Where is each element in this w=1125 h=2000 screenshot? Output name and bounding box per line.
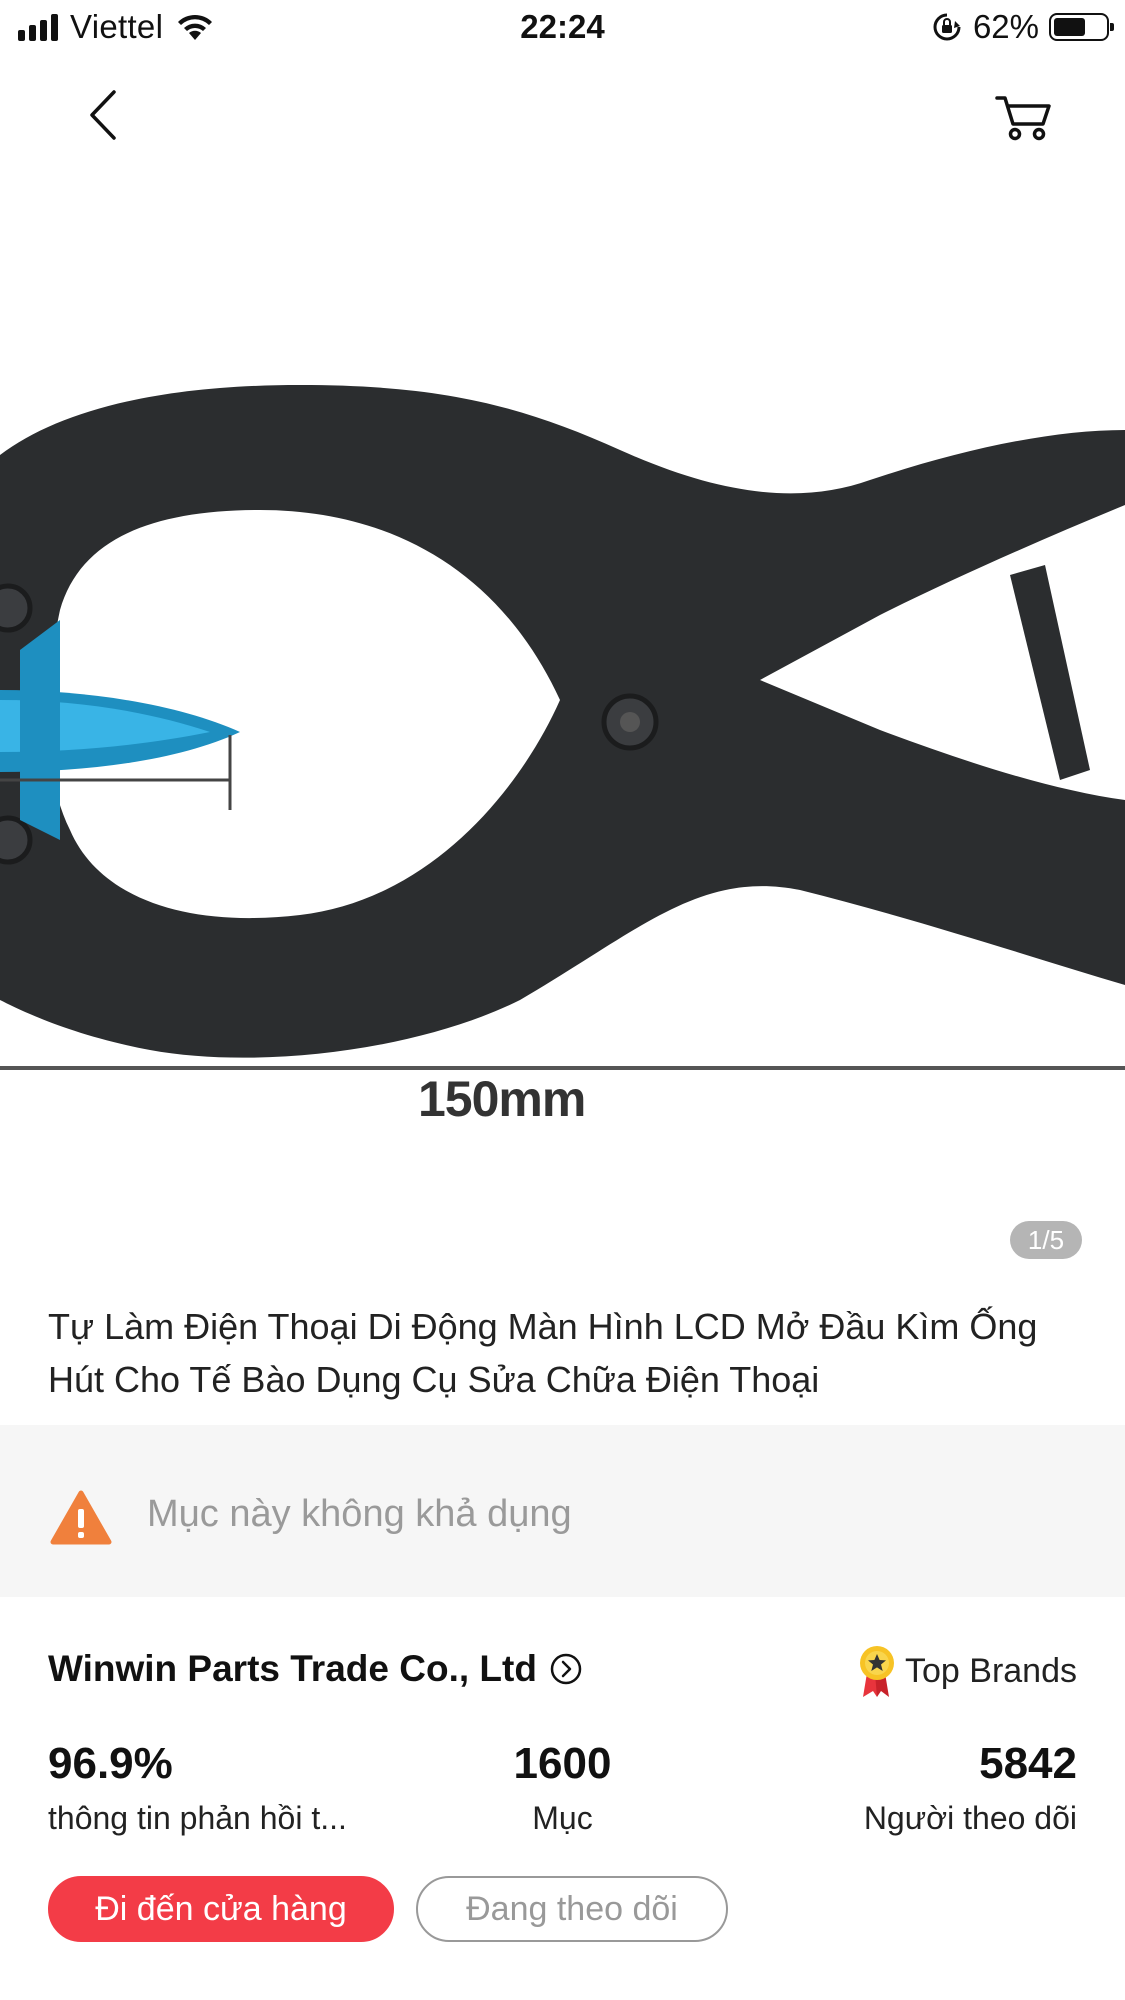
stat-label: Người theo dõi (863, 1800, 1077, 1836)
orientation-lock-icon (933, 13, 961, 41)
stat-value: 96.9% (48, 1739, 173, 1788)
stat-followers: 5842 Người theo dõi (864, 1738, 1077, 1838)
following-button[interactable]: Đang theo dõi (416, 1876, 728, 1942)
status-right: 62% (931, 8, 1114, 46)
unavailable-message: Mục này không khả dụng (147, 1493, 572, 1535)
visit-store-button[interactable]: Đi đến cửa hàng (48, 1876, 394, 1942)
store-name-link[interactable]: Winwin Parts Trade Co., Ltd (48, 1648, 583, 1690)
cart-icon (995, 96, 1051, 141)
warning-icon (50, 1490, 112, 1545)
top-nav (0, 70, 1125, 160)
product-image-carousel[interactable]: 150mm (0, 160, 1125, 1265)
stat-items: 1600 Mục (460, 1738, 665, 1838)
unavailable-banner: Mục này không khả dụng (0, 1425, 1125, 1597)
stat-value: 5842 (979, 1739, 1077, 1788)
stat-feedback: 96.9% thông tin phản hồi t... (48, 1738, 347, 1838)
chevron-left-icon (90, 90, 116, 140)
stat-label: Mục (532, 1800, 593, 1836)
battery-percent: 62% (972, 8, 1039, 45)
medal-icon (860, 1646, 894, 1697)
cart-button[interactable] (991, 84, 1055, 146)
image-counter-badge: 1/5 (1010, 1221, 1082, 1259)
top-brands-badge: Top Brands (855, 1643, 1077, 1699)
stat-value: 1600 (513, 1739, 612, 1788)
status-bar: Viettel 22:24 62% (0, 0, 1125, 58)
stat-label: thông tin phản hồi t... (48, 1800, 347, 1836)
chevron-right-circle-icon (550, 1653, 582, 1685)
store-name: Winwin Parts Trade Co., Ltd (48, 1648, 537, 1689)
battery-icon (1049, 13, 1114, 41)
product-title: Tự Làm Điện Thoại Di Động Màn Hình LCD M… (48, 1306, 1038, 1400)
back-button[interactable] (78, 84, 130, 146)
top-brands-label: Top Brands (905, 1651, 1077, 1690)
image-dimension-label: 150mm (418, 1071, 586, 1127)
